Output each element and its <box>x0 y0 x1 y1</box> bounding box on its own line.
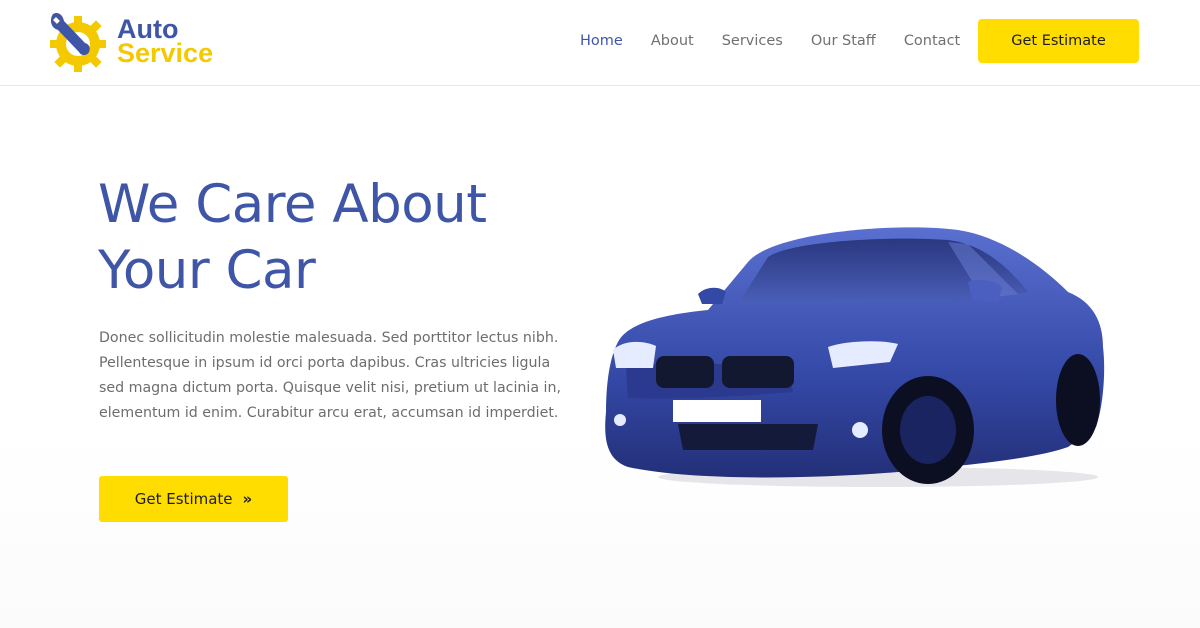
hero-title-line1: We Care About <box>98 174 487 235</box>
hero-cta-label: Get Estimate <box>134 490 233 508</box>
nav-services[interactable]: Services <box>722 30 783 52</box>
main-nav: Home About Services Our Staff Contact <box>580 30 988 52</box>
nav-our-staff[interactable]: Our Staff <box>811 30 876 52</box>
wrench-gear-icon <box>50 12 106 72</box>
hero-title-line2: Your Car <box>98 240 316 301</box>
logo-text-service: Service <box>117 38 214 68</box>
nav-contact[interactable]: Contact <box>904 30 960 52</box>
hero-get-estimate-button[interactable]: Get Estimate » <box>99 476 288 522</box>
header-get-estimate-button[interactable]: Get Estimate <box>978 19 1139 63</box>
hero-title: We Care About Your Car <box>98 172 578 304</box>
site-header: Auto Service Home About Services Our Sta… <box>0 0 1200 86</box>
logo-text: Auto Service <box>117 16 214 68</box>
logo[interactable]: Auto Service <box>45 8 235 74</box>
blue-sedan-car-image <box>605 227 1105 487</box>
nav-about[interactable]: About <box>651 30 694 52</box>
nav-home[interactable]: Home <box>580 30 623 52</box>
double-chevron-right-icon: » <box>242 490 253 508</box>
hero-description: Donec sollicitudin molestie malesuada. S… <box>99 330 561 421</box>
